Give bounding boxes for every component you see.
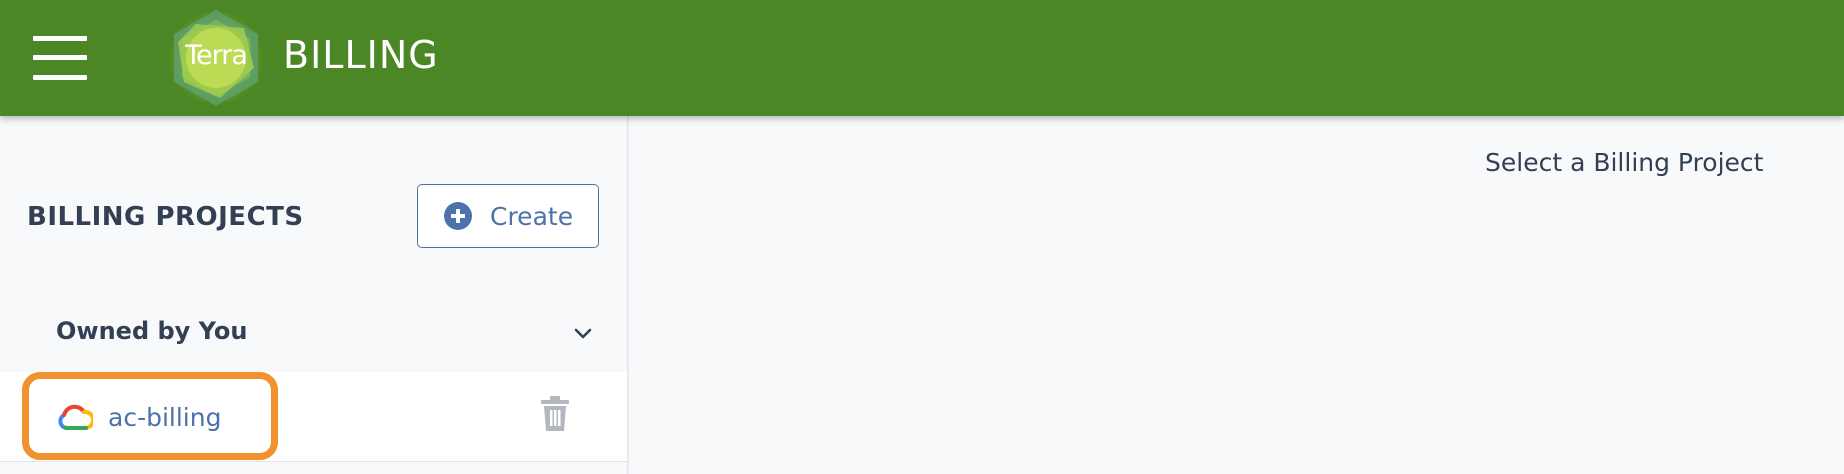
page-title: BILLING — [283, 33, 439, 77]
hamburger-menu-icon[interactable] — [30, 33, 90, 83]
create-button-label: Create — [490, 202, 574, 231]
main-content: Select a Billing Project — [629, 116, 1844, 474]
section-owned-by-you[interactable]: Owned by You — [0, 294, 627, 372]
section-label: Owned by You — [56, 317, 248, 345]
empty-state-message: Select a Billing Project — [1485, 148, 1764, 177]
hamburger-line — [33, 36, 87, 41]
google-cloud-icon — [58, 404, 93, 430]
create-button[interactable]: Create — [417, 184, 599, 248]
logo-text: Terra — [185, 40, 248, 71]
terra-logo[interactable]: Terra — [166, 6, 266, 110]
top-navigation-bar: Terra BILLING — [0, 0, 1844, 116]
hamburger-line — [33, 55, 87, 60]
plus-circle-icon — [444, 202, 472, 230]
project-row: ac-billing — [0, 372, 627, 462]
chevron-down-icon — [574, 328, 592, 339]
trash-icon[interactable] — [540, 396, 570, 432]
hamburger-line — [33, 75, 87, 80]
sidebar-title: BILLING PROJECTS — [27, 202, 304, 232]
project-name: ac-billing — [108, 403, 222, 432]
billing-sidebar: BILLING PROJECTS Create Owned by You ac-… — [0, 116, 628, 474]
project-link-ac-billing[interactable]: ac-billing — [22, 372, 278, 460]
